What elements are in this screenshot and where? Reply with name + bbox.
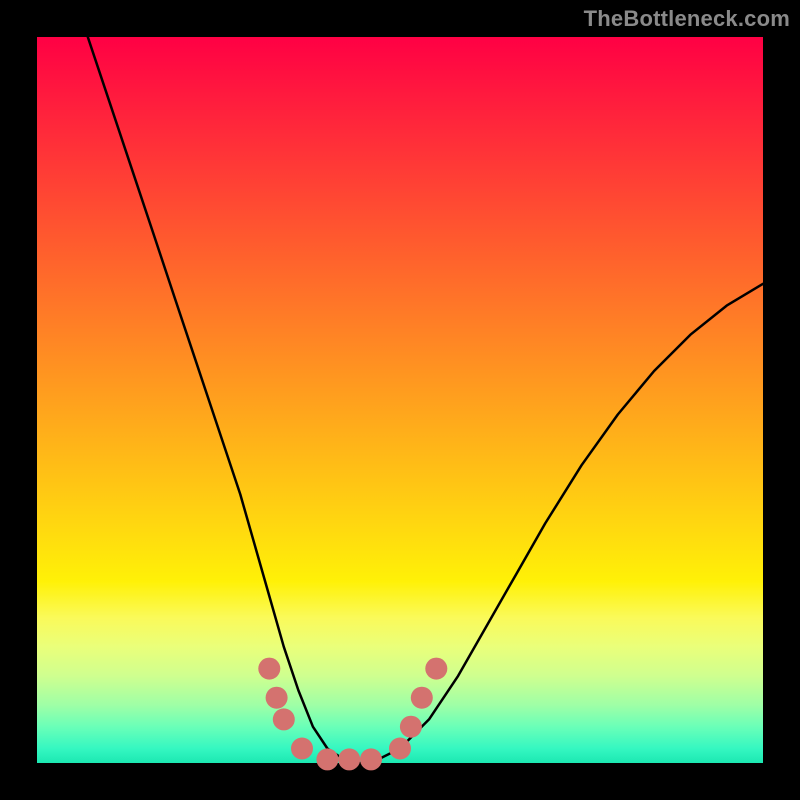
marker-dot [411,687,433,709]
chart-frame: TheBottleneck.com [0,0,800,800]
bottleneck-curve [88,37,763,763]
marker-dot [316,748,338,770]
chart-svg [37,37,763,763]
watermark-text: TheBottleneck.com [584,6,790,32]
marker-dot [389,738,411,760]
marker-dot [360,748,382,770]
marker-dot [425,658,447,680]
marker-dot [273,708,295,730]
marker-dot [258,658,280,680]
marker-dot [266,687,288,709]
valley-markers [258,658,447,771]
marker-dot [291,738,313,760]
plot-area [37,37,763,763]
marker-dot [400,716,422,738]
marker-dot [338,748,360,770]
